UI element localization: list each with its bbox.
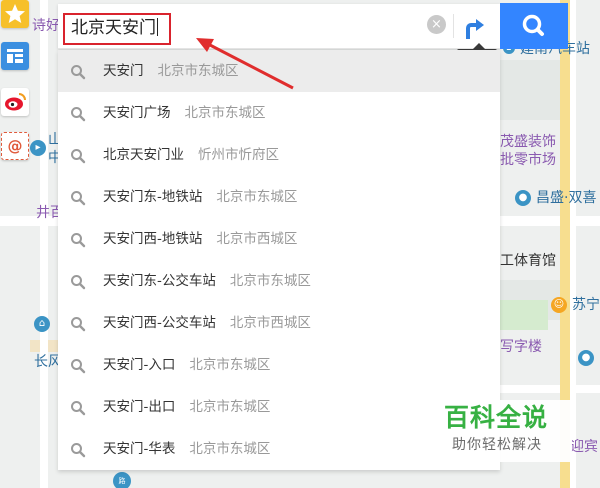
clear-search-button[interactable]: × — [427, 15, 446, 34]
route-button[interactable] — [460, 13, 488, 41]
suggestion-name: 天安门 — [103, 63, 144, 79]
suggestion-name: 天安门西-公交车站 — [103, 315, 216, 331]
search-icon — [70, 274, 86, 290]
suggestion-text: 天安门西-地铁站 北京市西城区 — [103, 230, 297, 248]
suggestion-name: 天安门东-地铁站 — [103, 189, 203, 205]
map-poi-icon: ● — [515, 190, 531, 206]
favorites-button[interactable] — [1, 0, 29, 28]
suggestion-region: 北京市东城区 — [189, 441, 271, 457]
suggestion-region: 北京市西城区 — [229, 315, 311, 331]
suggestion-text: 天安门 北京市东城区 — [103, 62, 239, 80]
suggestion-name: 天安门-出口 — [103, 399, 176, 415]
suggestion-text: 天安门西-公交车站 北京市西城区 — [103, 314, 311, 332]
suggestion-item[interactable]: 天安门西-地铁站 北京市西城区 — [58, 218, 500, 260]
text-caret — [157, 18, 158, 36]
suggestion-name: 北京天安门业 — [103, 147, 184, 163]
search-bar: 北京天安门 × — [58, 4, 500, 49]
search-icon — [70, 400, 86, 416]
layers-button[interactable] — [1, 42, 29, 70]
search-button[interactable] — [500, 3, 568, 49]
suggestion-region: 北京市西城区 — [216, 231, 298, 247]
suggestion-region: 忻州市忻府区 — [198, 147, 279, 163]
at-icon: @ — [7, 137, 23, 155]
suggestion-item[interactable]: 天安门广场 北京市东城区 — [58, 92, 500, 134]
suggestion-name: 天安门西-地铁站 — [103, 231, 203, 247]
suggestion-item[interactable]: 天安门 北京市东城区 — [58, 50, 500, 92]
suggestion-item[interactable]: 天安门-入口 北京市东城区 — [58, 344, 500, 386]
suggestion-text: 天安门-华表 北京市东城区 — [103, 440, 270, 458]
map-poi-icon: 路 — [113, 472, 131, 488]
weibo-share-button[interactable] — [1, 88, 29, 116]
suggestion-item[interactable]: 天安门西-公交车站 北京市西城区 — [58, 302, 500, 344]
watermark-title: 百科全说 — [444, 403, 549, 432]
suggestion-text: 天安门广场 北京市东城区 — [103, 104, 266, 122]
suggestion-region: 北京市东城区 — [184, 105, 266, 121]
map-poi-icon: ● — [578, 350, 594, 366]
suggestion-region: 北京市东城区 — [229, 273, 311, 289]
search-icon — [70, 148, 86, 164]
mail-share-button[interactable]: @ — [1, 132, 29, 160]
close-icon: × — [431, 17, 442, 32]
suggestion-name: 天安门-入口 — [103, 357, 176, 373]
map-label: 茂盛装饰 — [500, 134, 556, 150]
map-label: 迎宾 — [570, 439, 598, 455]
map-poi-icon: ⌂ — [34, 316, 50, 332]
suggestion-region: 北京市东城区 — [189, 399, 271, 415]
suggestion-region: 北京市东城区 — [216, 189, 298, 205]
suggestion-item[interactable]: 天安门东-地铁站 北京市东城区 — [58, 176, 500, 218]
search-icon — [70, 316, 86, 332]
search-input[interactable]: 北京天安门 — [63, 13, 171, 45]
search-divider — [453, 14, 454, 38]
star-icon — [1, 0, 29, 28]
weibo-icon — [1, 88, 29, 116]
map-label: 诗好 — [32, 18, 60, 34]
search-icon — [70, 358, 86, 374]
map-label: 昌盛·双喜 — [536, 190, 597, 206]
suggestion-item[interactable]: 天安门东-公交车站 北京市东城区 — [58, 260, 500, 302]
map-label: 工体育馆 — [500, 253, 556, 269]
watermark: 百科全说 助你轻松解决 — [432, 400, 572, 462]
search-icon — [70, 232, 86, 248]
suggestion-name: 天安门广场 — [103, 105, 171, 121]
map-label: 写字楼 — [500, 339, 542, 355]
map-label: 苏宁 — [572, 297, 600, 313]
suggestion-name: 天安门东-公交车站 — [103, 273, 216, 289]
search-icon — [70, 442, 86, 458]
search-icon — [70, 64, 86, 80]
layout-icon — [1, 42, 29, 70]
suggestion-text: 天安门-入口 北京市东城区 — [103, 356, 270, 374]
search-icon — [70, 190, 86, 206]
search-icon — [70, 106, 86, 122]
map-label: 批零市场 — [500, 152, 556, 168]
suggestion-text: 天安门-出口 北京市东城区 — [103, 398, 270, 416]
suggestion-region: 北京市东城区 — [189, 357, 271, 373]
suggestion-region: 北京市东城区 — [157, 63, 239, 79]
suggestion-text: 天安门东-地铁站 北京市东城区 — [103, 188, 297, 206]
suggestion-item[interactable]: 北京天安门业 忻州市忻府区 — [58, 134, 500, 176]
map-tool-rail: @ — [0, 0, 34, 488]
watermark-subtitle: 助你轻松解决 — [452, 437, 542, 453]
suggestion-name: 天安门-华表 — [103, 441, 176, 457]
suggestion-text: 天安门东-公交车站 北京市东城区 — [103, 272, 311, 290]
search-icon — [500, 14, 568, 53]
search-query-text: 北京天安门 — [71, 18, 156, 38]
map-poi-icon: ☺ — [551, 297, 567, 313]
suggestion-text: 北京天安门业 忻州市忻府区 — [103, 146, 279, 164]
